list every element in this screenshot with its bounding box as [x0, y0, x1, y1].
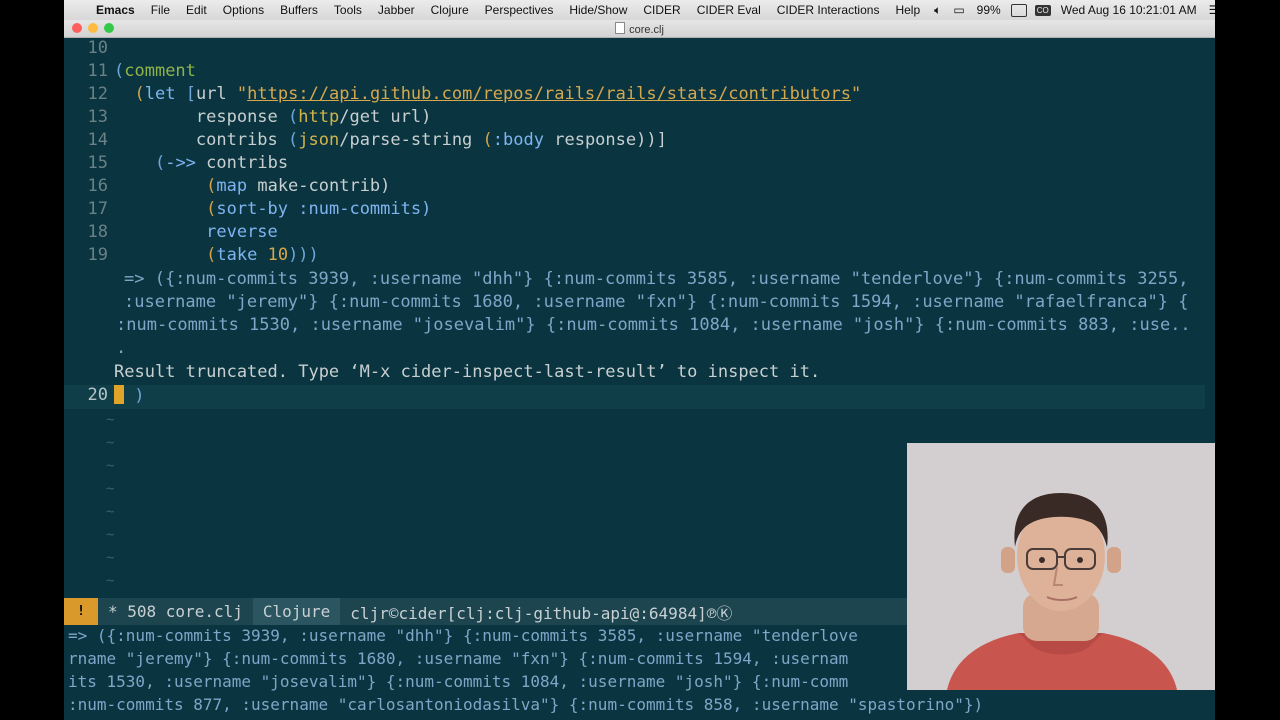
window-title-bar: core.clj	[64, 20, 1215, 38]
battery-icon[interactable]	[1010, 3, 1027, 17]
line-number: 11	[87, 61, 108, 81]
menu-tools[interactable]: Tools	[326, 3, 370, 17]
menu-list-icon[interactable]: ☰	[1203, 3, 1215, 17]
text-cursor	[114, 385, 124, 404]
echo-line: its 1530, :username "josevalim"} {:num-c…	[68, 672, 849, 691]
line-number: 15	[87, 153, 108, 173]
menu-cider-eval[interactable]: CIDER Eval	[689, 3, 769, 17]
line-number: 17	[87, 199, 108, 219]
menu-clojure[interactable]: Clojure	[423, 3, 477, 17]
code-line: (let [url "https://api.github.com/repos/…	[134, 84, 862, 104]
menu-edit[interactable]: Edit	[178, 3, 215, 17]
menu-app-name[interactable]: Emacs	[88, 3, 143, 17]
major-mode[interactable]: Clojure	[252, 598, 341, 625]
echo-line: rname "jeremy"} {:num-commits 1680, :use…	[68, 649, 849, 668]
menu-bar: Emacs File Edit Options Buffers Tools Ja…	[64, 0, 1215, 20]
buffer-name[interactable]: * 508 core.clj	[98, 598, 253, 625]
menu-hide-show[interactable]: Hide/Show	[561, 3, 635, 17]
url-link[interactable]: https://api.github.com/repos/rails/rails…	[247, 84, 851, 104]
line-number: 12	[87, 84, 108, 104]
empty-line-marker: ~	[106, 527, 115, 543]
menu-jabber[interactable]: Jabber	[370, 3, 423, 17]
code-line: reverse	[206, 222, 278, 242]
line-number: 13	[87, 107, 108, 127]
minor-modes[interactable]: cljr©cider[clj:clj-github-api@:64984]℗Ⓚ	[340, 598, 742, 625]
code-line: (->> contribs	[154, 153, 289, 173]
airplay-icon[interactable]: ▭	[947, 3, 970, 17]
menu-options[interactable]: Options	[215, 3, 272, 17]
empty-line-marker: ~	[106, 435, 115, 451]
truncation-message: Result truncated. Type ‘M-x cider-inspec…	[114, 362, 821, 382]
eval-result-line: :username "jeremy"} {:num-commits 1680, …	[124, 292, 1189, 312]
code-line: response (http/get url)	[195, 107, 432, 127]
presenter-video	[907, 443, 1215, 690]
code-line: (map make-contrib)	[206, 176, 391, 196]
eval-result-line: => ({:num-commits 3939, :username "dhh"}…	[124, 269, 1189, 289]
menu-perspectives[interactable]: Perspectives	[477, 3, 562, 17]
empty-line-marker: ~	[106, 550, 115, 566]
webcam-overlay	[907, 443, 1215, 690]
eval-result-line: :num-commits 1530, :username "josevalim"…	[116, 315, 1191, 335]
empty-line-marker: ~	[106, 481, 115, 497]
code-line: (comment	[114, 61, 196, 81]
menu-cider-interactions[interactable]: CIDER Interactions	[769, 3, 888, 17]
line-number: 18	[87, 222, 108, 242]
code-line: (sort-by :num-commits)	[206, 199, 432, 219]
menu-file[interactable]: File	[143, 3, 178, 17]
volume-icon[interactable]: 🔈︎	[928, 3, 947, 18]
window-title: core.clj	[64, 22, 1215, 36]
warning-icon[interactable]: !	[64, 598, 98, 625]
echo-line: :num-commits 877, :username "carlosanton…	[68, 695, 984, 714]
empty-line-marker: ~	[106, 573, 115, 589]
battery-percent[interactable]: 99%	[971, 3, 1007, 17]
clock[interactable]: Wed Aug 16 10:21:01 AM	[1055, 3, 1203, 17]
empty-line-marker: ~	[106, 412, 115, 428]
line-number: 10	[87, 38, 108, 58]
file-icon	[615, 22, 626, 34]
current-line-highlight	[64, 385, 1205, 409]
menu-help[interactable]: Help	[887, 3, 928, 17]
line-number: 20	[87, 385, 108, 405]
empty-line-marker: ~	[106, 504, 115, 520]
menu-cider[interactable]: CIDER	[635, 3, 688, 17]
empty-line-marker: ~	[106, 458, 115, 474]
code-line-current[interactable]: )	[114, 385, 145, 406]
menu-buffers[interactable]: Buffers	[272, 3, 326, 17]
eval-result-line: .	[116, 338, 127, 358]
echo-line: => ({:num-commits 3939, :username "dhh"}…	[68, 626, 858, 645]
line-number: 16	[87, 176, 108, 196]
code-line: contribs (json/parse-string (:body respo…	[195, 130, 667, 150]
window-title-text: core.clj	[629, 24, 664, 36]
line-number: 19	[87, 245, 108, 265]
code-line: (take 10)))	[206, 245, 319, 265]
status-badge[interactable]: CO	[1034, 4, 1051, 16]
line-number: 14	[87, 130, 108, 150]
